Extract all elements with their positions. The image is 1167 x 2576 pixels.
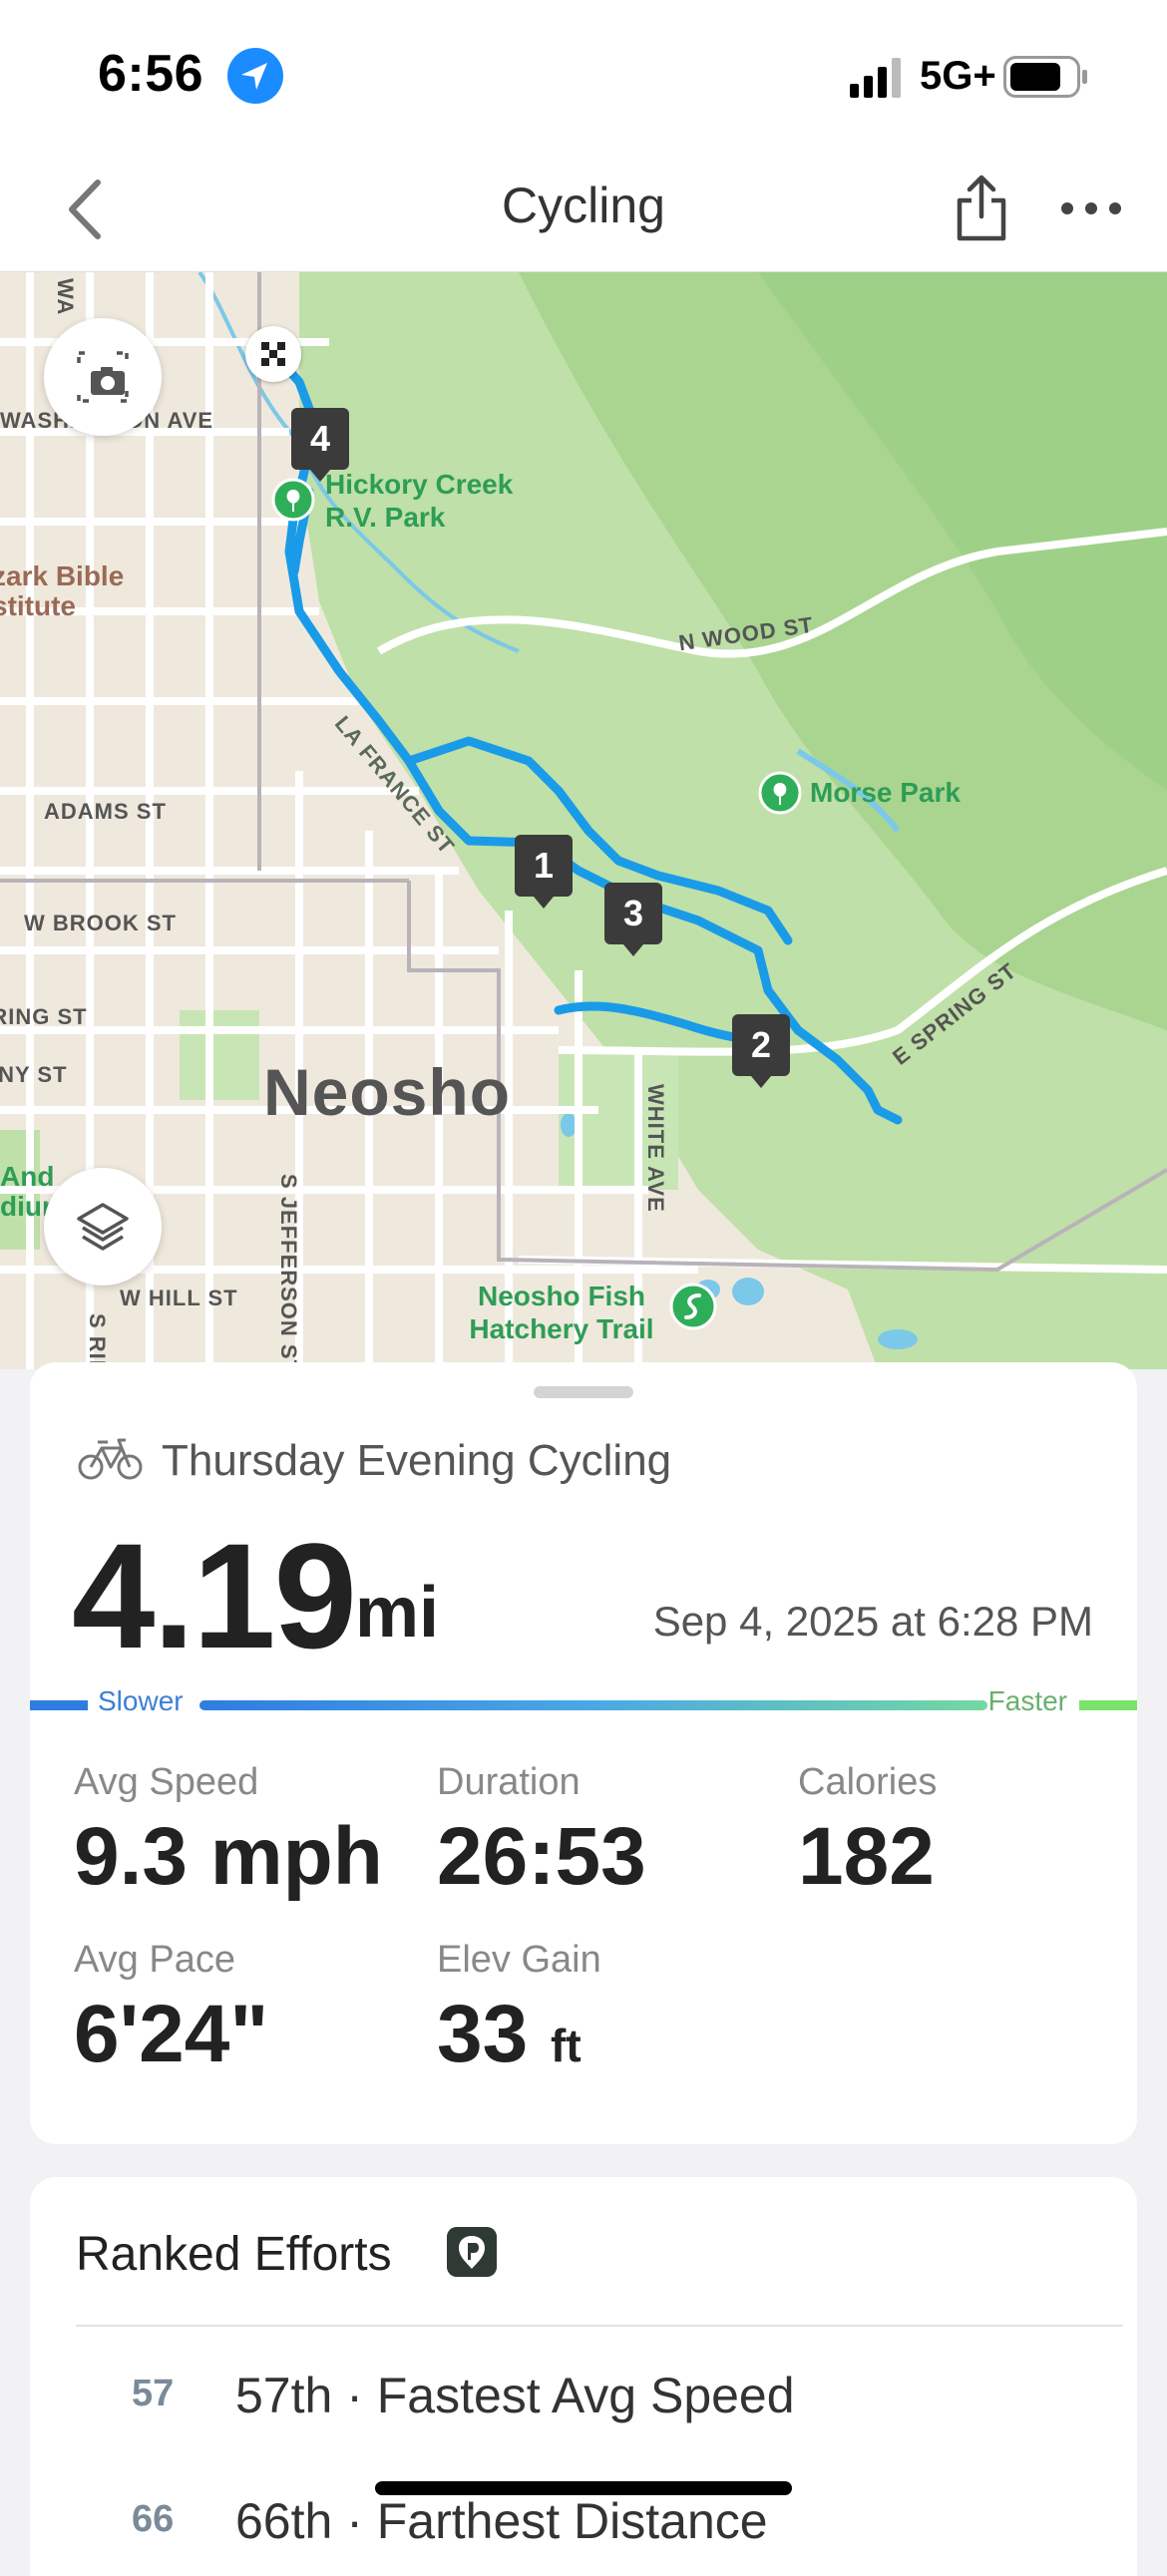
stat-value: 6'24" bbox=[74, 1989, 269, 2079]
screenshot-camera-icon bbox=[77, 351, 129, 403]
poi-fish-hatchery-trail[interactable]: Neosho Fish Hatchery Trail bbox=[447, 1280, 676, 1345]
stat-label: Elev Gain bbox=[437, 1939, 601, 1981]
rank-number: 57 bbox=[132, 2373, 175, 2414]
street-label-wa: WA bbox=[53, 278, 78, 316]
street-label-s-ridge: S RIDGE ST bbox=[84, 1313, 110, 1369]
lap-marker-2[interactable]: 2 bbox=[732, 1014, 790, 1088]
stat-label: Avg Speed bbox=[74, 1761, 259, 1803]
ranked-badge-icon bbox=[447, 2227, 497, 2277]
stat-value: 26:53 bbox=[437, 1811, 646, 1902]
activity-summary-card: Thursday Evening Cycling 4.19 mi Sep 4, … bbox=[30, 1362, 1137, 2144]
bible-institute-label: zark Bible stitute bbox=[0, 560, 125, 621]
rank-number: 66 bbox=[132, 2498, 175, 2540]
legend-fast-swatch bbox=[1079, 1700, 1137, 1710]
street-label-w-brook: W BROOK ST bbox=[24, 911, 177, 935]
street-label-w-hill: W HILL ST bbox=[120, 1286, 238, 1310]
park-pin-icon bbox=[758, 771, 802, 815]
ranked-effort-row[interactable]: 57 57th · Fastest Avg Speed bbox=[76, 2367, 1123, 2446]
nav-bar: Cycling bbox=[0, 155, 1167, 272]
speed-legend: Slower Faster bbox=[30, 1685, 1137, 1725]
home-indicator[interactable] bbox=[375, 2481, 792, 2495]
more-icon[interactable] bbox=[1059, 188, 1123, 228]
network-type: 5G+ bbox=[920, 54, 996, 98]
poi-hickory-creek[interactable]: Hickory Creek R.V. Park bbox=[325, 468, 555, 534]
legend-slower-label: Slower bbox=[98, 1685, 184, 1716]
park-pin-icon bbox=[271, 478, 315, 522]
distance-unit: mi bbox=[355, 1573, 440, 1653]
sheet-grabber[interactable] bbox=[534, 1386, 633, 1398]
status-bar: 6:56 5G+ bbox=[0, 0, 1167, 155]
stat-avg-speed: Avg Speed 9.3 mph bbox=[74, 1761, 383, 1904]
city-label: Neosho bbox=[263, 1055, 512, 1129]
ranked-effort-row[interactable]: 66 66th · Farthest Distance bbox=[76, 2492, 1123, 2572]
stat-value: 9.3 mph bbox=[74, 1811, 383, 1902]
elev-gain-unit: ft bbox=[551, 2020, 582, 2071]
stat-duration: Duration 26:53 bbox=[437, 1761, 646, 1904]
lap-marker-3[interactable]: 3 bbox=[604, 883, 662, 956]
route-map[interactable]: WA WASHINGTON AVE N WOOD ST LA FRANCE ST… bbox=[0, 272, 1167, 1369]
lap-marker-1[interactable]: 1 bbox=[515, 835, 573, 909]
stat-value: 182 bbox=[798, 1811, 935, 1902]
stat-label: Duration bbox=[437, 1761, 581, 1803]
lap-marker-4[interactable]: 4 bbox=[291, 408, 349, 482]
activity-date: Sep 4, 2025 at 6:28 PM bbox=[652, 1598, 1093, 1645]
rank-text: 57th · Fastest Avg Speed bbox=[235, 2368, 795, 2423]
map-layers-icon bbox=[77, 1203, 129, 1251]
ranked-efforts-card: Ranked Efforts 57 57th · Fastest Avg Spe… bbox=[30, 2177, 1137, 2576]
street-label-white-ave: WHITE AVE bbox=[643, 1084, 668, 1213]
rank-text: 66th · Farthest Distance bbox=[235, 2493, 768, 2549]
poi-morse-park[interactable]: Morse Park bbox=[810, 777, 961, 809]
activity-title: Thursday Evening Cycling bbox=[162, 1436, 672, 1485]
legend-slow-swatch bbox=[30, 1700, 88, 1710]
stat-label: Avg Pace bbox=[74, 1939, 235, 1981]
stat-avg-pace: Avg Pace 6'24" bbox=[74, 1939, 268, 2081]
stat-elev-gain: Elev Gain 33 ft bbox=[437, 1939, 601, 2081]
distance-value: 4.19 bbox=[72, 1512, 357, 1679]
street-label-adams: ADAMS ST bbox=[44, 799, 167, 824]
divider bbox=[76, 2325, 1123, 2327]
street-label-spring: SPRING ST bbox=[0, 1004, 88, 1029]
signal-bars-icon bbox=[850, 58, 901, 98]
street-label-s-jefferson: S JEFFERSON ST bbox=[276, 1174, 301, 1369]
stat-calories: Calories 182 bbox=[798, 1761, 937, 1904]
ranked-efforts-title: Ranked Efforts bbox=[76, 2228, 392, 2281]
status-time: 6:56 bbox=[98, 45, 204, 103]
map-screenshot-button[interactable] bbox=[44, 318, 162, 436]
bicycle-icon bbox=[78, 1438, 143, 1480]
elev-gain-value: 33 bbox=[437, 1989, 529, 2079]
share-icon[interactable] bbox=[952, 173, 1011, 242]
legend-faster-label: Faster bbox=[987, 1685, 1067, 1716]
stat-value: 33 ft bbox=[437, 1988, 601, 2081]
finish-flag-icon bbox=[245, 326, 301, 382]
location-arrow-icon bbox=[227, 48, 283, 104]
battery-icon bbox=[1003, 56, 1087, 98]
stat-label: Calories bbox=[798, 1761, 938, 1803]
map-canvas bbox=[0, 272, 1167, 1369]
speed-gradient-bar bbox=[199, 1700, 987, 1710]
map-layers-button[interactable] bbox=[44, 1168, 162, 1286]
street-label-tony: TONY ST bbox=[0, 1062, 68, 1087]
